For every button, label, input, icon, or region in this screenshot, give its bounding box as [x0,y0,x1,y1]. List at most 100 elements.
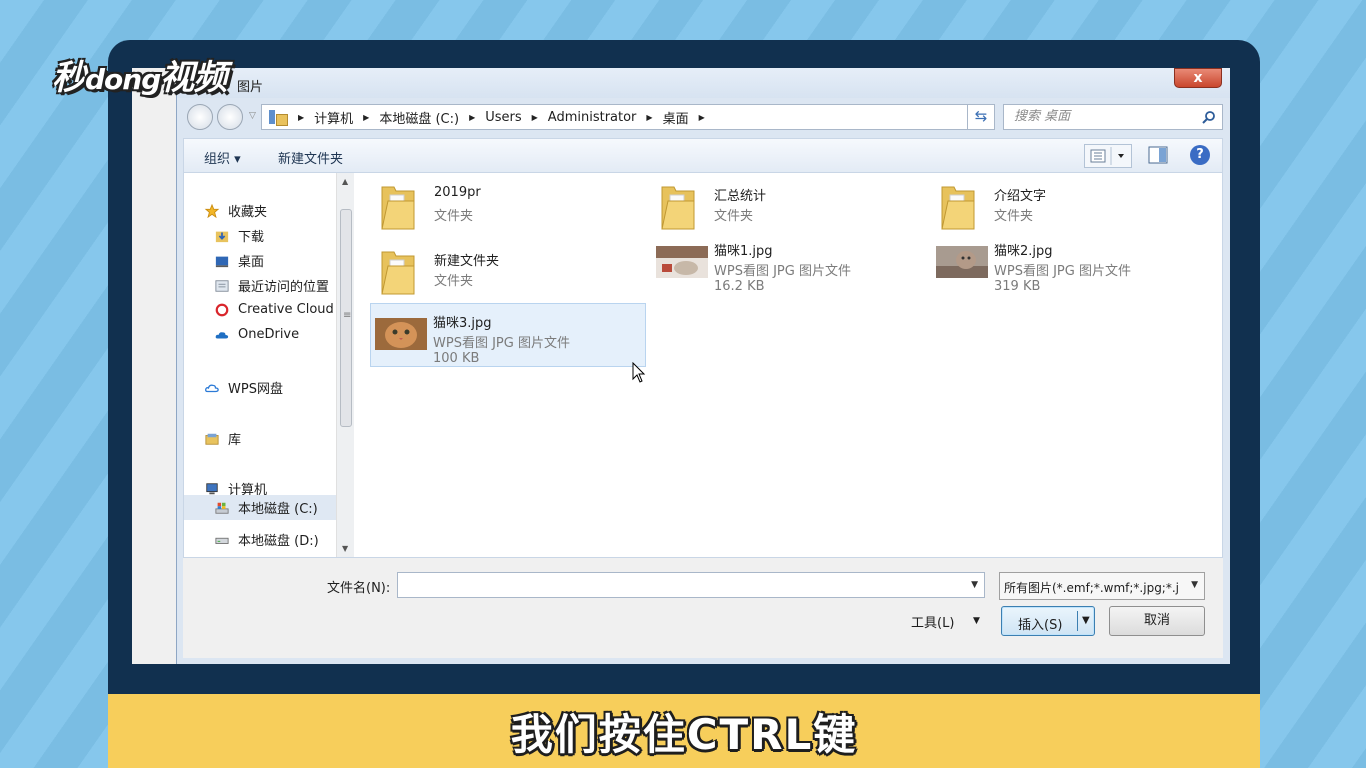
split-divider [1077,611,1078,631]
file-type: WPS看图 JPG 图片文件 [433,336,570,351]
file-name: 汇总统计 [714,189,767,204]
filetype-dropdown-icon[interactable]: ▼ [1191,580,1198,590]
nav-label: OneDrive [238,327,300,342]
scroll-thumb[interactable]: ≡ [340,209,352,427]
help-icon[interactable]: ? [1190,145,1210,165]
cat-image-thumbnail [936,246,988,278]
back-button[interactable] [187,104,213,130]
computer-icon [206,482,218,494]
cancel-button[interactable]: 取消 [1109,606,1205,636]
chevron-right-icon[interactable]: ▶ [646,113,652,122]
search-placeholder: 搜索 桌面 [1014,109,1071,124]
crumb-users[interactable]: Users [485,110,521,125]
subtitle-bar: 我们按住CTRL键 [108,694,1260,768]
file-name: 猫咪1.jpg [714,244,773,259]
nav-creative-cloud[interactable]: Creative Cloud [214,302,334,317]
change-view-button[interactable] [1084,144,1132,168]
nav-onedrive[interactable]: OneDrive [214,327,299,342]
nav-desktop[interactable]: 桌面 [214,251,264,270]
tools-button[interactable]: 工具(L) [911,612,954,631]
title-bar: 图片 x [177,68,1230,98]
computer-folder-icon [266,106,288,128]
recent-places-icon [215,279,229,292]
hard-disk-icon [215,537,229,544]
file-item[interactable]: 新建文件夹 文件夹 [372,242,648,306]
cat-image-thumbnail [656,246,708,278]
refresh-button[interactable]: ⇆ [967,104,995,130]
nav-scrollbar[interactable]: ▲ ≡ ▼ [336,173,354,557]
nav-disk-d[interactable]: 本地磁盘 (D:) [214,530,319,549]
file-type: 文件夹 [434,274,474,289]
download-folder-icon [215,231,229,242]
folder-icon [661,186,695,230]
creative-cloud-icon [215,303,229,316]
navigation-row: ▽ ▶ 计算机 ▶ 本地磁盘 (C:) ▶ Users ▶ Administra… [177,102,1230,132]
filename-input[interactable]: ▼ [397,572,985,598]
file-item-selected[interactable]: 猫咪3.jpg WPS看图 JPG 图片文件 100 KB [370,303,646,367]
screen: 图片 x ▽ ▶ 计算机 ▶ 本地磁盘 (C:) ▶ Users ▶ Admin… [132,68,1230,664]
history-dropdown-icon[interactable]: ▽ [249,111,256,121]
nav-library[interactable]: 库 [204,429,241,448]
filename-dropdown-icon[interactable]: ▼ [971,580,978,590]
insert-picture-dialog: 图片 x ▽ ▶ 计算机 ▶ 本地磁盘 (C:) ▶ Users ▶ Admin… [176,68,1230,664]
nav-wps-drive[interactable]: WPS网盘 [204,378,283,397]
star-icon [204,203,220,218]
nav-disk-c[interactable]: 本地磁盘 (C:) [184,495,336,520]
file-type: 文件夹 [434,209,474,224]
forward-button[interactable] [217,104,243,130]
chevron-right-icon[interactable]: ▶ [532,113,538,122]
filetype-select[interactable]: 所有图片(*.emf;*.wmf;*.jpg;*.j ▼ [999,572,1205,600]
tools-dropdown-icon[interactable]: ▼ [973,616,980,626]
file-type: 文件夹 [714,209,754,224]
crumb-disk-c[interactable]: 本地磁盘 (C:) [379,108,459,127]
navigation-pane: 收藏夹 下载 桌面 最近访问的位置 Creative Cloud OneDriv… [184,173,354,557]
preview-pane-icon[interactable] [1148,146,1168,164]
windows-disk-icon [215,502,229,514]
crumb-administrator[interactable]: Administrator [548,110,637,125]
nav-downloads[interactable]: 下载 [214,226,264,245]
search-icon[interactable] [1202,110,1216,124]
video-logo: 秒dong视频 [52,58,227,98]
nav-label: 本地磁盘 (C:) [238,502,318,517]
file-name: 猫咪2.jpg [994,244,1053,259]
file-size: 319 KB [994,279,1041,294]
breadcrumb: ▶ 计算机 ▶ 本地磁盘 (C:) ▶ Users ▶ Administrato… [288,108,715,127]
file-item[interactable]: 猫咪1.jpg WPS看图 JPG 图片文件 16.2 KB [652,232,928,296]
chevron-right-icon[interactable]: ▶ [699,113,705,122]
cat-image-thumbnail [375,318,427,350]
file-name: 介绍文字 [994,189,1047,204]
organize-button[interactable]: 组织 ▾ [204,148,241,167]
crumb-computer[interactable]: 计算机 [314,108,353,127]
insert-dropdown-icon[interactable]: ▼ [1082,615,1090,626]
insert-button[interactable]: 插入(S) ▼ [1001,606,1095,636]
scroll-down-icon[interactable]: ▼ [342,544,348,553]
file-size: 100 KB [433,351,480,366]
file-type: WPS看图 JPG 图片文件 [714,264,851,279]
nav-label: 库 [228,433,242,448]
nav-label: 桌面 [238,255,265,270]
nav-recent-places[interactable]: 最近访问的位置 [214,276,329,295]
filename-label: 文件名(N): [327,581,391,596]
nav-favorites[interactable]: 收藏夹 [204,201,267,220]
chevron-right-icon[interactable]: ▶ [469,113,475,122]
crumb-desktop[interactable]: 桌面 [663,108,689,127]
close-button[interactable]: x [1174,68,1222,88]
search-input[interactable]: 搜索 桌面 [1003,104,1223,130]
folder-icon [381,186,415,230]
dialog-footer: 文件名(N): ▼ 所有图片(*.emf;*.wmf;*.jpg;*.j ▼ 工… [183,558,1223,658]
address-bar[interactable]: ▶ 计算机 ▶ 本地磁盘 (C:) ▶ Users ▶ Administrato… [261,104,993,130]
file-name: 猫咪3.jpg [433,316,492,331]
file-item[interactable]: 2019pr 文件夹 [372,177,648,241]
file-item[interactable]: 猫咪2.jpg WPS看图 JPG 图片文件 319 KB [932,232,1208,296]
desktop-icon [215,256,229,267]
file-name: 2019pr [434,185,481,200]
file-type: WPS看图 JPG 图片文件 [994,264,1131,279]
wps-cloud-icon [205,384,219,392]
scroll-up-icon[interactable]: ▲ [342,177,348,186]
file-type: 文件夹 [994,209,1034,224]
file-list: 2019pr 文件夹 汇总统计 文件夹 介绍文字 文件夹 新建文件夹 文件夹 猫… [354,173,1222,557]
new-folder-button[interactable]: 新建文件夹 [278,148,343,167]
mouse-pointer-icon [632,362,646,383]
chevron-right-icon[interactable]: ▶ [298,113,304,122]
chevron-right-icon[interactable]: ▶ [363,113,369,122]
